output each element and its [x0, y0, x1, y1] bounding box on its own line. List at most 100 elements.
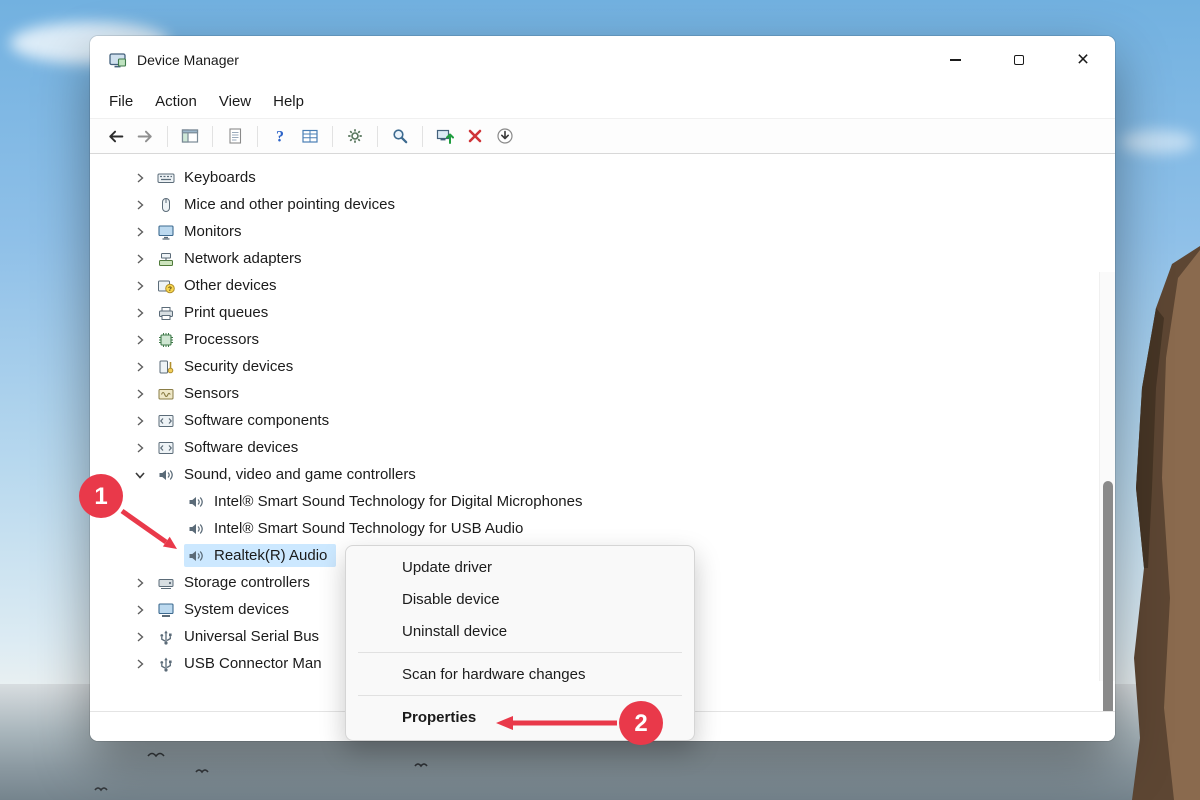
tree-item-other-devices[interactable]: ?Other devices [90, 272, 1099, 299]
toolbar-separator [377, 126, 378, 147]
help-button[interactable]: ? [265, 122, 295, 150]
minimize-icon [950, 59, 961, 60]
scan-hardware-button[interactable] [385, 122, 415, 150]
security-icon [157, 359, 175, 375]
tree-item-keyboards[interactable]: Keyboards [90, 164, 1099, 191]
chevron-right-icon[interactable] [130, 654, 150, 674]
back-button[interactable] [100, 122, 130, 150]
tree-item-label: Software components [184, 412, 329, 429]
tree-item-body: Realtek(R) Audio [184, 544, 336, 567]
sensor-icon [157, 386, 175, 402]
context-menu-item-uninstall-device[interactable]: Uninstall device [346, 615, 694, 647]
tree-item-label: Monitors [184, 223, 242, 240]
tree-item-label: Software devices [184, 439, 298, 456]
tree-item-software-components[interactable]: Software components [90, 407, 1099, 434]
tree-item-sensors[interactable]: Sensors [90, 380, 1099, 407]
chevron-right-icon[interactable] [130, 573, 150, 593]
chevron-right-icon[interactable] [130, 411, 150, 431]
settings-icon [346, 127, 364, 145]
chevron-right-icon[interactable] [130, 600, 150, 620]
chevron-right-icon[interactable] [130, 195, 150, 215]
tree-item-intel-smart-sound-technology-for-digital-microphones[interactable]: Intel® Smart Sound Technology for Digita… [90, 488, 1099, 515]
menu-view[interactable]: View [208, 89, 262, 114]
update-driver-button[interactable] [430, 122, 460, 150]
update-driver-icon [436, 127, 454, 145]
title-bar: Device Manager × [90, 36, 1115, 84]
chevron-right-icon[interactable] [130, 438, 150, 458]
tree-item-print-queues[interactable]: Print queues [90, 299, 1099, 326]
context-menu-item-properties[interactable]: Properties [346, 701, 694, 733]
chevron-right-icon[interactable] [130, 249, 150, 269]
menu-help[interactable]: Help [262, 89, 315, 114]
forward-button[interactable] [130, 122, 160, 150]
tree-item-intel-smart-sound-technology-for-usb-audio[interactable]: Intel® Smart Sound Technology for USB Au… [90, 515, 1099, 542]
chevron-down-icon[interactable] [130, 465, 150, 485]
disable-device-button[interactable] [490, 122, 520, 150]
minimize-button[interactable] [923, 36, 987, 84]
chevron-right-icon[interactable] [130, 330, 150, 350]
tree-item-body: Processors [154, 328, 268, 351]
tree-item-mice-and-other-pointing-devices[interactable]: Mice and other pointing devices [90, 191, 1099, 218]
chevron-right-icon[interactable] [130, 303, 150, 323]
tree-item-label: Mice and other pointing devices [184, 196, 395, 213]
uninstall-device-button[interactable] [460, 122, 490, 150]
menu-action[interactable]: Action [144, 89, 208, 114]
scrollbar-thumb[interactable] [1103, 481, 1113, 711]
context-menu-item-update-driver[interactable]: Update driver [346, 551, 694, 583]
forward-icon [136, 127, 155, 146]
tree-item-body: Mice and other pointing devices [154, 193, 404, 216]
tree-item-body: USB Connector Man [154, 652, 331, 675]
vertical-scrollbar[interactable] [1099, 272, 1115, 681]
devices-list-icon [301, 127, 319, 145]
tree-item-processors[interactable]: Processors [90, 326, 1099, 353]
tree-item-body: Network adapters [154, 247, 311, 270]
context-menu-separator [358, 695, 682, 696]
devices-list-button[interactable] [295, 122, 325, 150]
menu-file[interactable]: File [98, 89, 144, 114]
close-button[interactable]: × [1051, 36, 1115, 84]
tree-item-body: Sound, video and game controllers [154, 463, 425, 486]
tree-item-body: Intel® Smart Sound Technology for Digita… [184, 490, 591, 513]
tree-item-body: Storage controllers [154, 571, 319, 594]
maximize-button[interactable] [987, 36, 1051, 84]
help-icon: ? [271, 127, 289, 145]
tree-item-security-devices[interactable]: Security devices [90, 353, 1099, 380]
chevron-right-icon[interactable] [130, 357, 150, 377]
properties-button[interactable] [220, 122, 250, 150]
context-menu: Update driverDisable deviceUninstall dev… [345, 545, 695, 741]
disable-device-icon [496, 127, 514, 145]
toolbar-separator [422, 126, 423, 147]
svg-text:?: ? [168, 286, 172, 293]
toolbar: ? [90, 118, 1115, 154]
context-menu-item-disable-device[interactable]: Disable device [346, 583, 694, 615]
tree-item-label: System devices [184, 601, 289, 618]
tree-item-sound-video-and-game-controllers[interactable]: Sound, video and game controllers [90, 461, 1099, 488]
chevron-right-icon[interactable] [130, 222, 150, 242]
tree-item-network-adapters[interactable]: Network adapters [90, 245, 1099, 272]
printer-icon [157, 305, 175, 321]
scan-hardware-icon [391, 127, 409, 145]
tree-item-monitors[interactable]: Monitors [90, 218, 1099, 245]
toolbar-separator [257, 126, 258, 147]
tree-item-body: System devices [154, 598, 298, 621]
audio-icon [187, 521, 205, 537]
chevron-right-icon[interactable] [130, 168, 150, 188]
processor-icon [157, 332, 175, 348]
software-icon [157, 440, 175, 456]
tree-item-label: Sound, video and game controllers [184, 466, 416, 483]
tree-item-software-devices[interactable]: Software devices [90, 434, 1099, 461]
unknown-icon: ? [157, 278, 175, 294]
tree-item-label: Intel® Smart Sound Technology for USB Au… [214, 520, 523, 537]
settings-button[interactable] [340, 122, 370, 150]
tree-item-body: Sensors [154, 382, 248, 405]
maximize-icon [1014, 55, 1024, 65]
chevron-right-icon[interactable] [130, 384, 150, 404]
show-console-tree-icon [181, 127, 199, 145]
chevron-right-icon[interactable] [130, 627, 150, 647]
show-console-tree-button[interactable] [175, 122, 205, 150]
tree-item-body: Monitors [154, 220, 251, 243]
toolbar-separator [212, 126, 213, 147]
chevron-right-icon[interactable] [130, 276, 150, 296]
tree-item-body: Universal Serial Bus [154, 625, 328, 648]
context-menu-item-scan-for-hardware-changes[interactable]: Scan for hardware changes [346, 658, 694, 690]
